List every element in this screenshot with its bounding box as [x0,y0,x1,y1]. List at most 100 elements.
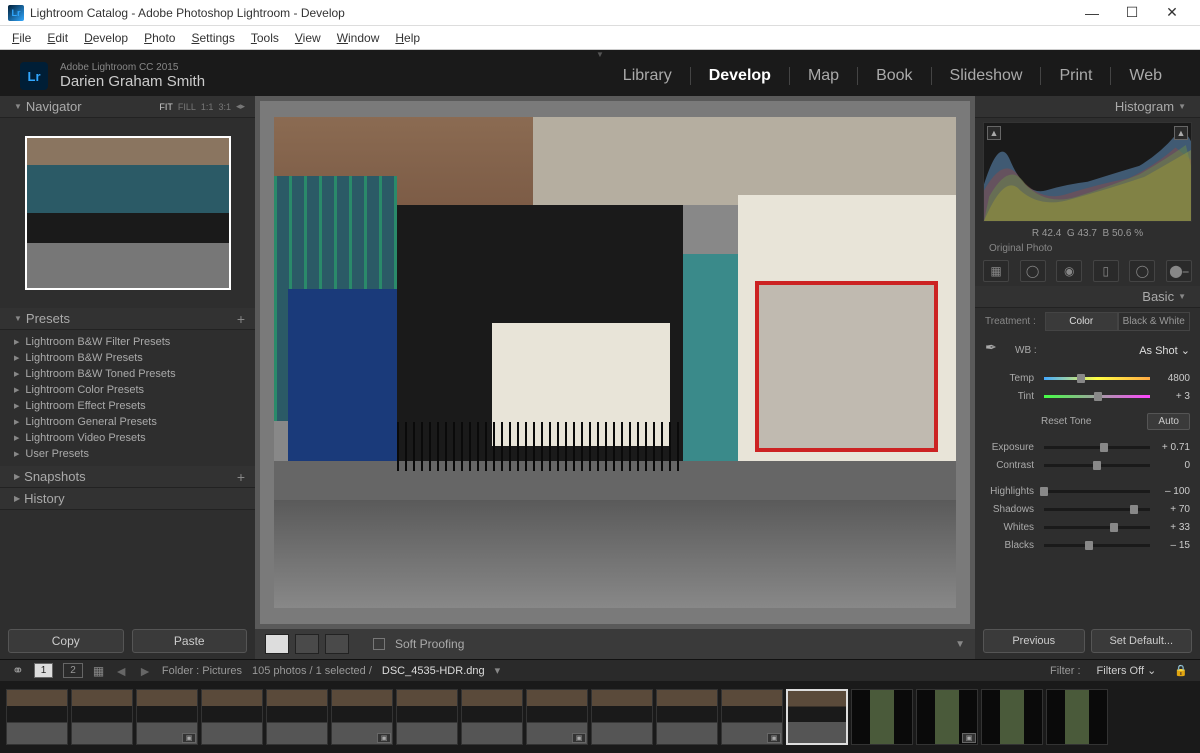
navigator-header[interactable]: ▼ Navigator FIT FILL 1:1 3:1 ◂▸ [0,96,255,118]
filmstrip-thumb[interactable] [851,689,913,745]
maximize-button[interactable]: ☐ [1112,0,1152,26]
current-filename[interactable]: DSC_4535-HDR.dng [382,665,485,677]
contrast-value[interactable]: 0 [1154,460,1190,471]
previous-button[interactable]: Previous [983,629,1085,653]
filmstrip-thumb[interactable]: ▣ [136,689,198,745]
navigator-preview[interactable] [25,136,231,290]
filter-value[interactable]: Filters Off ⌄ [1097,664,1157,677]
tint-slider[interactable] [1044,395,1150,398]
filmstrip-thumb[interactable] [201,689,263,745]
temp-slider[interactable] [1044,377,1150,380]
add-preset-icon[interactable]: + [237,311,245,327]
histogram-header[interactable]: Histogram ▼ [975,96,1200,118]
exposure-slider[interactable] [1044,446,1150,449]
filmstrip-thumb[interactable] [981,689,1043,745]
preset-folder[interactable]: ▶User Presets [0,446,255,462]
minimize-button[interactable]: ― [1072,0,1112,26]
blacks-slider[interactable] [1044,544,1150,547]
nav-zoom-1-1[interactable]: 1:1 [201,102,214,112]
basic-header[interactable]: Basic ▼ [975,286,1200,308]
crop-tool-icon[interactable]: ▦ [983,260,1009,282]
whites-value[interactable]: + 33 [1154,522,1190,533]
menu-file[interactable]: File [4,29,39,47]
history-header[interactable]: ▶ History [0,488,255,510]
tint-value[interactable]: + 3 [1154,391,1190,402]
module-web[interactable]: Web [1111,67,1180,85]
add-snapshot-icon[interactable]: + [237,469,245,485]
histogram[interactable]: ▲ ▲ [983,122,1192,222]
exposure-value[interactable]: + 0.71 [1154,442,1190,453]
soft-proof-checkbox[interactable] [373,638,385,650]
prev-photo-icon[interactable]: ◄ [114,663,128,679]
filmstrip-thumb[interactable]: ▣ [331,689,393,745]
filmstrip-thumb[interactable] [396,689,458,745]
preset-folder[interactable]: ▶Lightroom B&W Filter Presets [0,334,255,350]
before-after-lr-button[interactable] [295,634,319,654]
reset-tone-button[interactable]: Reset Tone [985,416,1147,427]
nav-zoom-3-1[interactable]: 3:1 [218,102,231,112]
menu-edit[interactable]: Edit [39,29,76,47]
filmstrip-thumb[interactable]: ▣ [526,689,588,745]
link-icon[interactable]: ⚭ [12,662,24,679]
module-library[interactable]: Library [605,67,691,85]
menu-help[interactable]: Help [387,29,428,47]
paste-button[interactable]: Paste [132,629,248,653]
snapshots-header[interactable]: ▶ Snapshots + [0,466,255,488]
highlights-value[interactable]: – 100 [1154,486,1190,497]
contrast-slider[interactable] [1044,464,1150,467]
main-display-button[interactable]: 1 [34,663,54,678]
toolbar-options-icon[interactable]: ▼ [955,639,965,650]
wb-preset[interactable]: As Shot ⌄ [1139,344,1190,357]
menu-settings[interactable]: Settings [183,29,242,47]
module-develop[interactable]: Develop [691,67,790,85]
module-book[interactable]: Book [858,67,931,85]
filmstrip-thumb[interactable] [1046,689,1108,745]
folder-path[interactable]: Folder : Pictures [162,665,242,677]
filmstrip-thumb[interactable] [71,689,133,745]
close-button[interactable]: ✕ [1152,0,1192,26]
before-after-tb-button[interactable] [325,634,349,654]
filmstrip-thumb[interactable]: ▣ [721,689,783,745]
nav-zoom-fit[interactable]: FIT [159,102,173,112]
presets-header[interactable]: ▼ Presets + [0,308,255,330]
treatment-color[interactable]: Color [1045,312,1118,331]
chevron-down-icon[interactable]: ▾ [495,664,501,677]
temp-value[interactable]: 4800 [1154,373,1190,384]
copy-button[interactable]: Copy [8,629,124,653]
preset-folder[interactable]: ▶Lightroom B&W Presets [0,350,255,366]
preset-folder[interactable]: ▶Lightroom General Presets [0,414,255,430]
filmstrip-thumb[interactable] [266,689,328,745]
shadow-clip-icon[interactable]: ▲ [987,126,1001,140]
shadows-value[interactable]: + 70 [1154,504,1190,515]
filmstrip-thumb[interactable] [461,689,523,745]
auto-tone-button[interactable]: Auto [1147,413,1190,430]
preset-folder[interactable]: ▶Lightroom Video Presets [0,430,255,446]
image-canvas[interactable] [260,101,970,624]
spot-tool-icon[interactable]: ◯ [1020,260,1046,282]
radial-filter-icon[interactable]: ◯ [1129,260,1155,282]
filmstrip-thumb[interactable] [786,689,848,745]
highlights-slider[interactable] [1044,490,1150,493]
module-map[interactable]: Map [790,67,858,85]
menu-tools[interactable]: Tools [243,29,287,47]
filter-lock-icon[interactable]: 🔒 [1174,664,1188,677]
treatment-bw[interactable]: Black & White [1118,312,1191,331]
shadows-slider[interactable] [1044,508,1150,511]
menu-develop[interactable]: Develop [76,29,136,47]
second-display-button[interactable]: 2 [63,663,83,678]
filmstrip-thumb[interactable]: ▣ [916,689,978,745]
nav-zoom-more-icon[interactable]: ◂▸ [236,101,245,112]
original-photo-toggle[interactable]: Original Photo [975,241,1200,256]
next-photo-icon[interactable]: ► [138,663,152,679]
filmstrip[interactable]: ▣ ▣ ▣ ▣ ▣ [0,681,1200,753]
filmstrip-thumb[interactable] [6,689,68,745]
preset-folder[interactable]: ▶Lightroom Effect Presets [0,398,255,414]
whites-slider[interactable] [1044,526,1150,529]
grad-filter-icon[interactable]: ▯ [1093,260,1119,282]
menu-view[interactable]: View [287,29,329,47]
redeye-tool-icon[interactable]: ◉ [1056,260,1082,282]
highlight-clip-icon[interactable]: ▲ [1174,126,1188,140]
blacks-value[interactable]: – 15 [1154,540,1190,551]
nav-zoom-fill[interactable]: FILL [178,102,196,112]
menu-window[interactable]: Window [329,29,388,47]
